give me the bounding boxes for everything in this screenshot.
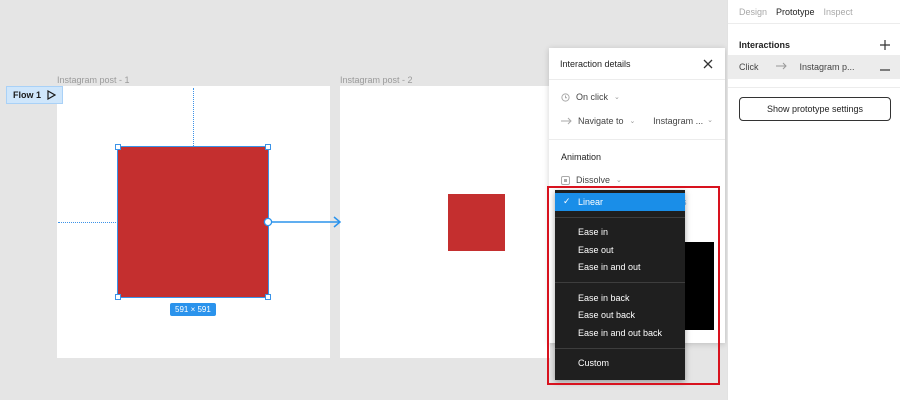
close-button[interactable] — [701, 57, 715, 71]
minus-icon — [880, 69, 890, 71]
easing-option-linear[interactable]: ✓ Linear — [555, 193, 685, 211]
clock-icon — [561, 92, 570, 102]
interactions-header: Interactions — [728, 38, 900, 52]
prototype-connection-arrow[interactable] — [262, 214, 344, 230]
easing-option-ease-out[interactable]: Ease out — [555, 241, 685, 259]
chevron-down-icon: ⌄ — [614, 94, 620, 101]
trigger-label: On click — [576, 92, 609, 102]
easing-option-ease-in[interactable]: Ease in — [555, 224, 685, 242]
sidebar-divider — [728, 87, 900, 88]
dropdown-divider — [555, 282, 685, 283]
play-icon[interactable] — [47, 90, 57, 100]
frame-1-label[interactable]: Instagram post - 1 — [57, 75, 130, 85]
selected-red-rectangle[interactable] — [117, 146, 269, 298]
resize-handle-top-right[interactable] — [265, 144, 271, 150]
arrow-right-icon — [561, 117, 572, 125]
arrow-right-icon — [775, 62, 787, 72]
dissolve-icon — [561, 175, 570, 185]
remove-interaction-button[interactable] — [880, 60, 890, 74]
add-interaction-button[interactable] — [880, 38, 890, 52]
frame-instagram-post-2[interactable] — [340, 86, 550, 358]
tab-design[interactable]: Design — [739, 7, 767, 17]
easing-option-ease-in-and-out-back[interactable]: Ease in and out back — [555, 324, 685, 342]
close-icon — [703, 59, 713, 68]
animation-type-label: Dissolve — [576, 175, 611, 185]
trigger-select[interactable]: On click ⌄ — [549, 85, 725, 109]
resize-handle-bottom-right[interactable] — [265, 294, 271, 300]
show-prototype-settings-button[interactable]: Show prototype settings — [739, 97, 891, 121]
chevron-down-icon: ⌄ — [629, 118, 636, 125]
interaction-destination: Instagram p... — [799, 62, 855, 72]
dropdown-divider — [555, 347, 685, 349]
flow-label: Flow 1 — [13, 90, 42, 100]
vertical-guide — [193, 88, 194, 146]
easing-option-custom[interactable]: Custom — [555, 355, 685, 373]
dropdown-divider — [555, 216, 685, 218]
sidebar-tabs: Design Prototype Inspect — [728, 0, 900, 24]
chevron-down-icon: ⌄ — [616, 177, 622, 184]
tab-prototype[interactable]: Prototype — [776, 7, 815, 17]
interaction-details-header: Interaction details — [549, 48, 725, 80]
interaction-row[interactable]: Click Instagram p... — [728, 55, 900, 79]
red-square-frame-2[interactable] — [448, 194, 505, 251]
interaction-details-title: Interaction details — [560, 58, 631, 69]
check-icon: ✓ — [563, 196, 571, 206]
flow-start-tag[interactable]: Flow 1 — [6, 86, 64, 104]
interaction-trigger: Click — [739, 62, 759, 72]
easing-option-label: Linear — [578, 196, 604, 207]
size-badge: 591 × 591 — [170, 303, 216, 316]
easing-option-ease-in-and-out[interactable]: Ease in and out — [555, 259, 685, 277]
plus-icon — [880, 40, 890, 50]
frame-2-label[interactable]: Instagram post - 2 — [340, 75, 413, 85]
easing-dropdown: ✓ Linear Ease in Ease out Ease in and ou… — [555, 190, 685, 380]
easing-option-ease-out-back[interactable]: Ease out back — [555, 307, 685, 325]
action-select[interactable]: Navigate to — [578, 116, 624, 126]
properties-sidebar: Design Prototype Inspect Interactions Cl… — [727, 0, 900, 400]
resize-handle-top-left[interactable] — [115, 144, 121, 150]
resize-handle-bottom-left[interactable] — [115, 294, 121, 300]
chevron-down-icon: ⌄ — [707, 117, 713, 124]
horizontal-guide — [58, 222, 118, 223]
easing-option-ease-in-back[interactable]: Ease in back — [555, 289, 685, 307]
destination-label: Instagram ... — [653, 116, 704, 126]
destination-select[interactable]: Instagram ... ⌄ — [653, 116, 713, 126]
animation-section-title: Animation — [561, 152, 602, 162]
tab-inspect[interactable]: Inspect — [824, 7, 853, 17]
action-row: Navigate to ⌄ Instagram ... ⌄ — [549, 109, 725, 133]
animation-type-select[interactable]: Dissolve ⌄ — [549, 168, 725, 192]
interactions-title: Interactions — [739, 40, 791, 50]
animation-preview — [682, 242, 714, 330]
